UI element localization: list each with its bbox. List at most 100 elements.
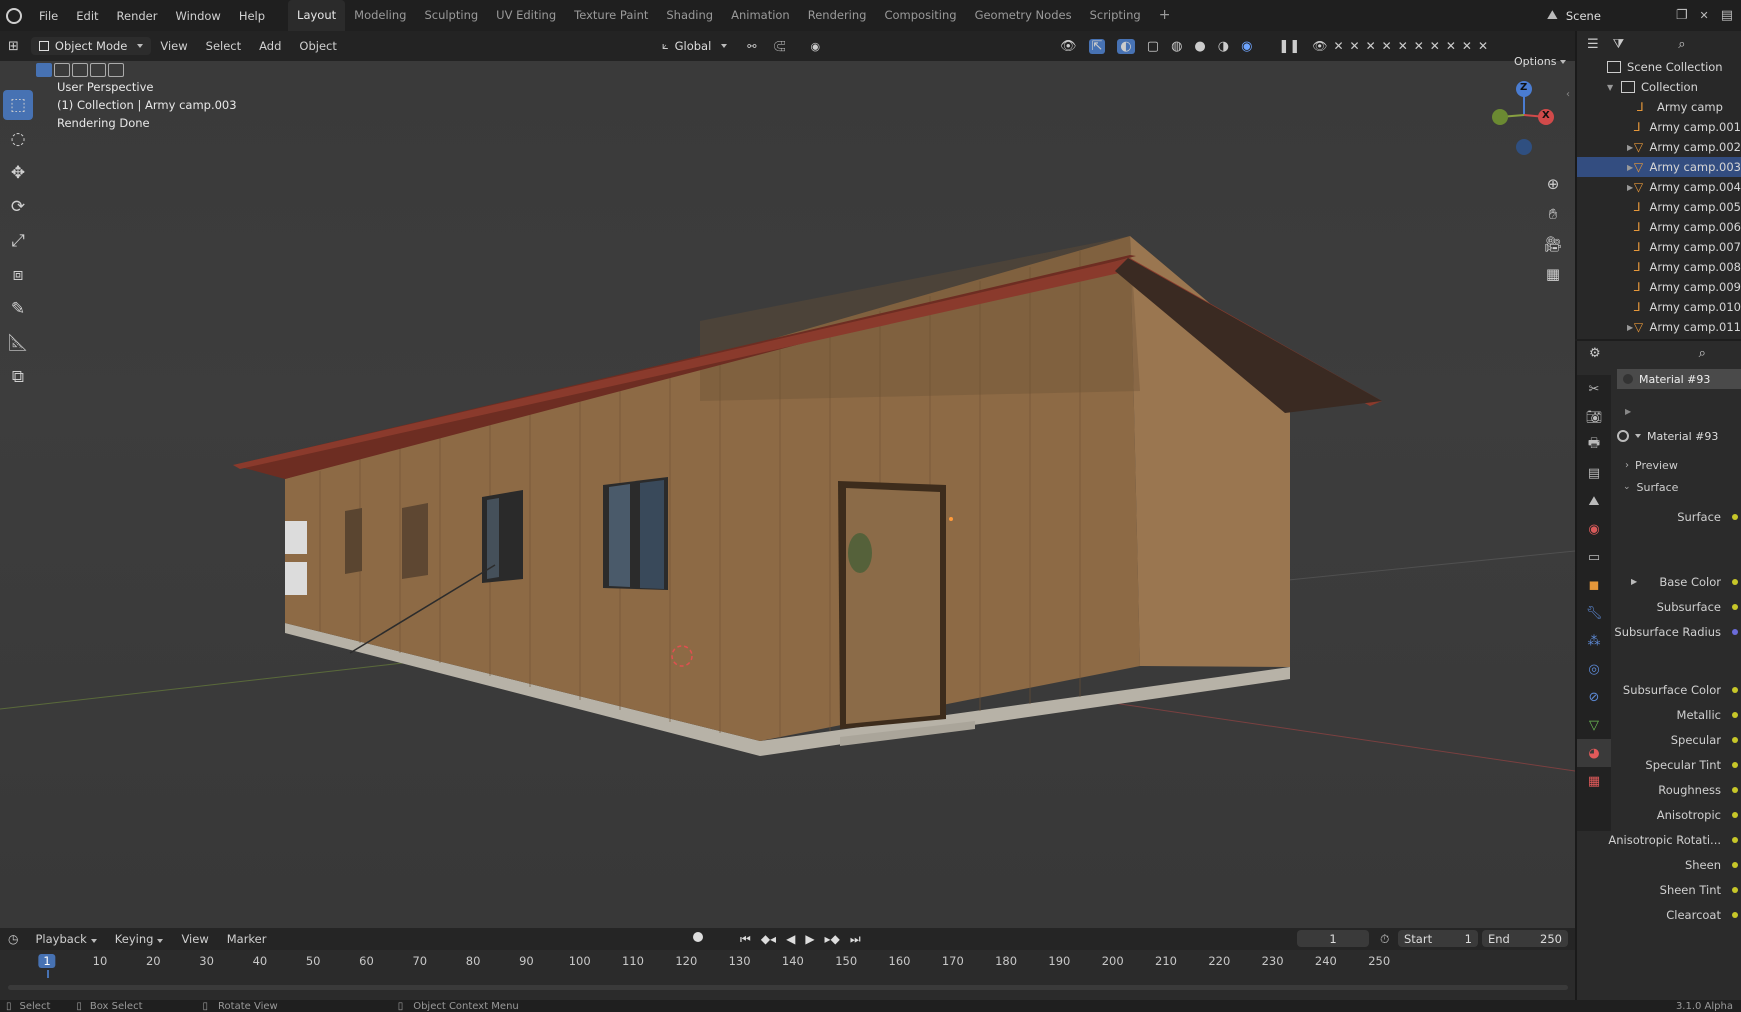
rendered-shading-icon[interactable]: ◉ (1241, 39, 1252, 54)
keying-menu[interactable]: Keying (106, 932, 173, 946)
select-new-icon[interactable] (36, 63, 52, 77)
marker-menu[interactable]: Marker (218, 932, 276, 946)
expand-arrow-icon[interactable]: ▼ (1607, 83, 1617, 92)
outliner-item[interactable]: ⅃ Army camp (1577, 97, 1741, 117)
world-tab-icon[interactable]: ◉ (1577, 515, 1611, 543)
search-icon[interactable]: ⌕ (1678, 37, 1685, 52)
surface-panel-header[interactable]: ⌄ Surface (1623, 476, 1741, 498)
outliner-item[interactable]: ⅃ Army camp.001 (1577, 117, 1741, 137)
filter-icon[interactable]: ⧩ (1613, 37, 1625, 52)
object-menu[interactable]: Object (290, 39, 345, 53)
expand-arrow-icon[interactable]: ▶ (1631, 577, 1637, 586)
scene-tab-icon[interactable]: ⛰ (1577, 487, 1611, 515)
socket-icon[interactable] (1732, 811, 1738, 818)
material-name-field[interactable]: Material #93 (1647, 430, 1718, 443)
record-icon[interactable] (693, 932, 703, 942)
socket-icon[interactable] (1732, 786, 1738, 793)
blender-logo-icon[interactable] (6, 7, 22, 24)
texture-tab-icon[interactable]: ▦ (1577, 767, 1611, 795)
outliner-item[interactable]: ⅃ Army camp.008 (1577, 257, 1741, 277)
constraints-tab-icon[interactable]: ⊘ (1577, 683, 1611, 711)
select-invert-icon[interactable] (90, 63, 106, 77)
mode-selector[interactable]: Object Mode (30, 37, 152, 55)
remove-scene-icon[interactable]: ✕ (1699, 9, 1708, 22)
outliner-item[interactable]: ▶ ▽ Army camp.004 (1577, 177, 1741, 197)
menu-file[interactable]: File (30, 9, 67, 23)
jump-start-icon[interactable]: ⏮ (740, 932, 751, 947)
measure-tool-icon[interactable]: 📐︎ (3, 328, 33, 358)
modifier-tab-icon[interactable]: 🔧︎ (1577, 599, 1611, 627)
prev-keyframe-icon[interactable]: ◆◂ (761, 932, 776, 947)
tab-layout[interactable]: Layout (288, 0, 346, 31)
data-tab-icon[interactable]: ▽ (1577, 711, 1611, 739)
expand-arrow-icon[interactable]: ▶ (1627, 143, 1634, 152)
select-box-tool-icon[interactable]: ⬚ (3, 90, 33, 120)
outliner-item[interactable]: ▶ ▽ Army camp.011 (1577, 317, 1741, 337)
pause-render-icon[interactable]: ❚❚ (1278, 39, 1300, 54)
tab-sculpting[interactable]: Sculpting (415, 0, 487, 31)
socket-icon[interactable] (1732, 628, 1738, 635)
socket-icon[interactable] (1732, 578, 1738, 585)
play-reverse-icon[interactable]: ◀ (786, 932, 795, 947)
playback-menu[interactable]: Playback (26, 932, 105, 946)
socket-icon[interactable] (1732, 711, 1738, 718)
tab-animation[interactable]: Animation (722, 0, 799, 31)
editor-type-icon[interactable]: ⊞ (0, 39, 27, 54)
view-layer-tab-icon[interactable]: ▤ (1577, 459, 1611, 487)
menu-render[interactable]: Render (108, 9, 167, 23)
menu-window[interactable]: Window (166, 9, 229, 23)
end-frame-field[interactable]: End 250 (1482, 930, 1568, 947)
transform-orientation[interactable]: ⟀ Global ⚯ 🧲︎ ◉ (662, 39, 820, 53)
material-property-row[interactable]: Sheen Tint (1577, 877, 1741, 902)
object-tab-icon[interactable]: ◼ (1577, 571, 1611, 599)
scene-name[interactable]: Scene (1566, 9, 1676, 23)
socket-icon[interactable] (1732, 761, 1738, 768)
outliner-item[interactable]: ⅃ Army camp.010 (1577, 297, 1741, 317)
playhead-line[interactable] (47, 970, 49, 978)
outliner-item[interactable]: ⅃ Army camp.007 (1577, 237, 1741, 257)
pan-hand-icon[interactable]: ✋︎ (1541, 202, 1565, 226)
overlay-toggle-icon[interactable]: ◐ (1117, 38, 1135, 54)
rotate-tool-icon[interactable]: ⟳ (3, 192, 33, 222)
socket-icon[interactable] (1732, 861, 1738, 868)
tab-shading[interactable]: Shading (657, 0, 722, 31)
frame-ruler[interactable]: 1 10 20 30 40 50 60 70 80 90 100 110 120 130 140 150 160… (0, 950, 1575, 978)
menu-help[interactable]: Help (230, 9, 274, 23)
tab-texture-paint[interactable]: Texture Paint (565, 0, 657, 31)
search-icon[interactable]: ⌕ (1699, 346, 1706, 361)
cursor-tool-icon[interactable]: ◌ (3, 124, 33, 154)
gizmo-toggle-icon[interactable]: ⇱ (1088, 38, 1106, 54)
select-extend-icon[interactable] (54, 63, 70, 77)
xray-icon[interactable]: ▢ (1147, 39, 1159, 54)
view-layer-icon[interactable]: ▤ (1721, 8, 1733, 23)
socket-icon[interactable] (1732, 686, 1738, 693)
expand-arrow-icon[interactable]: ▶ (1627, 323, 1634, 332)
render-tab-icon[interactable]: 📷︎ (1577, 403, 1611, 431)
material-selector[interactable]: Material #93 (1617, 426, 1741, 446)
material-browse-icon[interactable] (1617, 430, 1629, 442)
output-tab-icon[interactable]: 🖶︎ (1577, 431, 1611, 459)
material-property-row[interactable]: Sheen (1577, 852, 1741, 877)
socket-icon[interactable] (1732, 911, 1738, 918)
socket-icon[interactable] (1732, 603, 1738, 610)
socket-icon[interactable] (1732, 736, 1738, 743)
expand-arrow-icon[interactable]: ▶ (1627, 163, 1634, 172)
proportional-edit-icon[interactable]: ◉ (810, 40, 820, 53)
editor-type-icon[interactable]: ⚙ (1589, 346, 1601, 361)
tab-rendering[interactable]: Rendering (799, 0, 876, 31)
select-menu[interactable]: Select (197, 39, 250, 53)
view-menu[interactable]: View (151, 39, 196, 53)
tab-modeling[interactable]: Modeling (345, 0, 415, 31)
physics-tab-icon[interactable]: ◎ (1577, 655, 1611, 683)
particles-tab-icon[interactable]: ⁂ (1577, 627, 1611, 655)
add-cube-tool-icon[interactable]: ⧉ (3, 362, 33, 392)
material-shading-icon[interactable]: ◑ (1218, 39, 1229, 54)
tab-compositing[interactable]: Compositing (875, 0, 965, 31)
timeline-view-menu[interactable]: View (172, 932, 217, 946)
restrict-toggles-icon[interactable]: 👁︎✕✕✕✕✕✕✕✕✕✕ (1312, 39, 1494, 53)
start-frame-field[interactable]: Start 1 (1398, 930, 1478, 947)
navigation-gizmo[interactable]: Z X (1488, 79, 1558, 159)
transform-tool-icon[interactable]: ⧈ (3, 260, 33, 290)
outliner-item[interactable]: ⅃ Army camp.009 (1577, 277, 1741, 297)
snap-icon[interactable]: 🧲︎ (773, 40, 787, 53)
